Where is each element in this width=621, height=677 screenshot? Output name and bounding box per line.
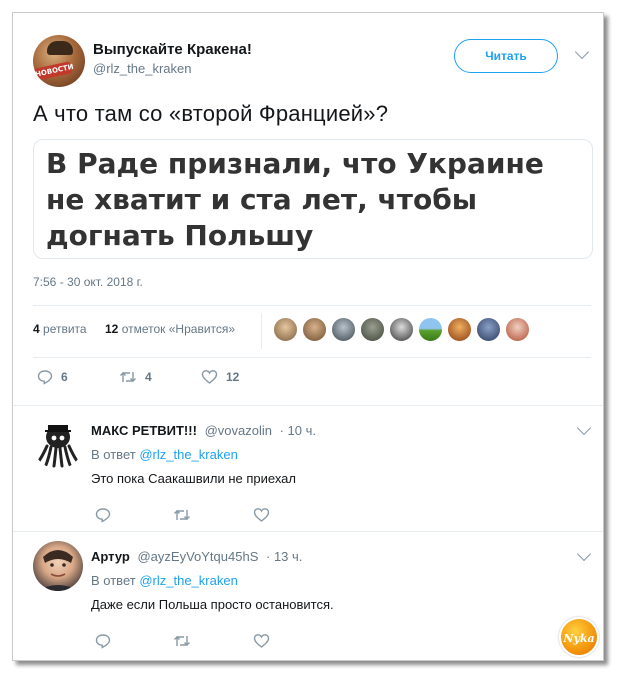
heart-icon <box>253 634 270 648</box>
like-action[interactable] <box>253 631 270 651</box>
avatar-hat-shape <box>47 41 73 55</box>
retweet-action[interactable]: 4 <box>119 367 152 387</box>
reply-icon <box>95 634 111 649</box>
reply-author[interactable]: МАКС РЕТВИТ!!! @vovazolin · 10 ч. <box>91 423 316 438</box>
reply-count: 6 <box>61 370 68 384</box>
retweets-count: 4 <box>33 322 40 336</box>
liker-avatar[interactable] <box>302 317 327 342</box>
tweet-stats: 4 ретвита 12 отметок «Нравится» <box>33 313 593 349</box>
author-avatar[interactable]: НОВОСТИ <box>33 35 85 87</box>
reply-text: Даже если Польша просто остановится. <box>91 597 334 612</box>
person-photo-shape <box>37 550 79 591</box>
stats-separator <box>261 313 262 349</box>
likes-count: 12 <box>105 322 119 336</box>
tweet-timestamp[interactable]: 7:56 - 30 окт. 2018 г. <box>33 275 143 289</box>
reply-to-prefix: В ответ <box>91 447 136 462</box>
reply-actions <box>95 631 295 651</box>
reply-action[interactable]: 6 <box>37 367 68 387</box>
author-handle[interactable]: @rlz_the_kraken <box>93 61 191 76</box>
watermark-logo: Nyka <box>559 617 599 657</box>
retweet-icon <box>174 510 190 520</box>
divider <box>33 357 591 358</box>
like-action[interactable] <box>253 505 270 525</box>
reply-item[interactable]: МАКС РЕТВИТ!!! @vovazolin · 10 ч. В отве… <box>13 417 603 527</box>
retweet-action[interactable] <box>173 505 191 525</box>
retweet-icon <box>174 636 190 646</box>
reply-time: · 13 ч. <box>266 549 303 564</box>
tweet-header: НОВОСТИ Выпускайте Кракена! @rlz_the_kra… <box>33 35 590 91</box>
reply-to-mention[interactable]: @rlz_the_kraken <box>139 573 237 588</box>
author-name[interactable]: Выпускайте Кракена! <box>93 41 252 58</box>
liker-avatar[interactable] <box>273 317 298 342</box>
retweet-icon <box>120 372 136 382</box>
reply-action[interactable] <box>95 631 111 651</box>
reply-to-mention[interactable]: @rlz_the_kraken <box>139 447 237 462</box>
liker-avatar[interactable] <box>418 317 443 342</box>
reply-author-handle: @ayzEyVoYtqu45hS <box>137 549 259 564</box>
tweet-text: А что там со «второй Францией»? <box>33 101 389 126</box>
reply-actions <box>95 505 295 525</box>
divider <box>13 405 603 406</box>
liker-avatar[interactable] <box>360 317 385 342</box>
retweet-action[interactable] <box>173 631 191 651</box>
divider <box>33 305 591 306</box>
tweet-actions: 6 4 12 <box>37 367 337 387</box>
reply-to-line: В ответ @rlz_the_kraken <box>91 573 238 588</box>
reply-to-prefix: В ответ <box>91 573 136 588</box>
retweet-count: 4 <box>145 370 152 384</box>
follow-button[interactable]: Читать <box>454 39 558 73</box>
heart-icon <box>201 370 218 384</box>
reply-author[interactable]: Артур @ayzEyVoYtqu45hS · 13 ч. <box>91 549 302 564</box>
chevron-down-icon[interactable] <box>574 44 590 60</box>
reply-author-name: Артур <box>91 549 130 564</box>
liker-avatar[interactable] <box>331 317 356 342</box>
liker-avatar[interactable] <box>389 317 414 342</box>
liker-avatar[interactable] <box>447 317 472 342</box>
reply-author-name: МАКС РЕТВИТ!!! <box>91 423 197 438</box>
reply-time: · 10 ч. <box>279 423 316 438</box>
divider <box>13 531 603 532</box>
chevron-down-icon[interactable] <box>576 420 592 436</box>
liker-avatar[interactable] <box>476 317 501 342</box>
reply-icon <box>37 370 53 385</box>
liker-avatar[interactable] <box>505 317 530 342</box>
chevron-down-icon[interactable] <box>576 546 592 562</box>
retweets-label: ретвита <box>43 322 87 336</box>
avatar-badge: НОВОСТИ <box>34 61 75 81</box>
reply-author-handle: @vovazolin <box>204 423 272 438</box>
reply-avatar[interactable] <box>33 541 83 591</box>
tweet-window: НОВОСТИ Выпускайте Кракена! @rlz_the_kra… <box>12 12 604 661</box>
like-count: 12 <box>226 370 240 384</box>
link-card[interactable]: В Раде признали, что Украине не хватит и… <box>33 139 593 259</box>
retweets-stat[interactable]: 4 ретвита <box>33 322 87 336</box>
octopus-avatar-icon <box>37 425 79 468</box>
reply-action[interactable] <box>95 505 111 525</box>
reply-text: Это пока Саакашвили не приехал <box>91 471 296 486</box>
heart-icon <box>253 508 270 522</box>
reply-to-line: В ответ @rlz_the_kraken <box>91 447 238 462</box>
likes-stat[interactable]: 12 отметок «Нравится» <box>105 322 235 336</box>
reply-avatar[interactable] <box>33 419 83 469</box>
card-headline: В Раде признали, что Украине не хватит и… <box>46 147 544 252</box>
reply-icon <box>95 508 111 523</box>
reply-item[interactable]: Артур @ayzEyVoYtqu45hS · 13 ч. В ответ @… <box>13 537 603 657</box>
like-action[interactable]: 12 <box>201 367 239 387</box>
likes-label: отметок «Нравится» <box>121 322 236 336</box>
